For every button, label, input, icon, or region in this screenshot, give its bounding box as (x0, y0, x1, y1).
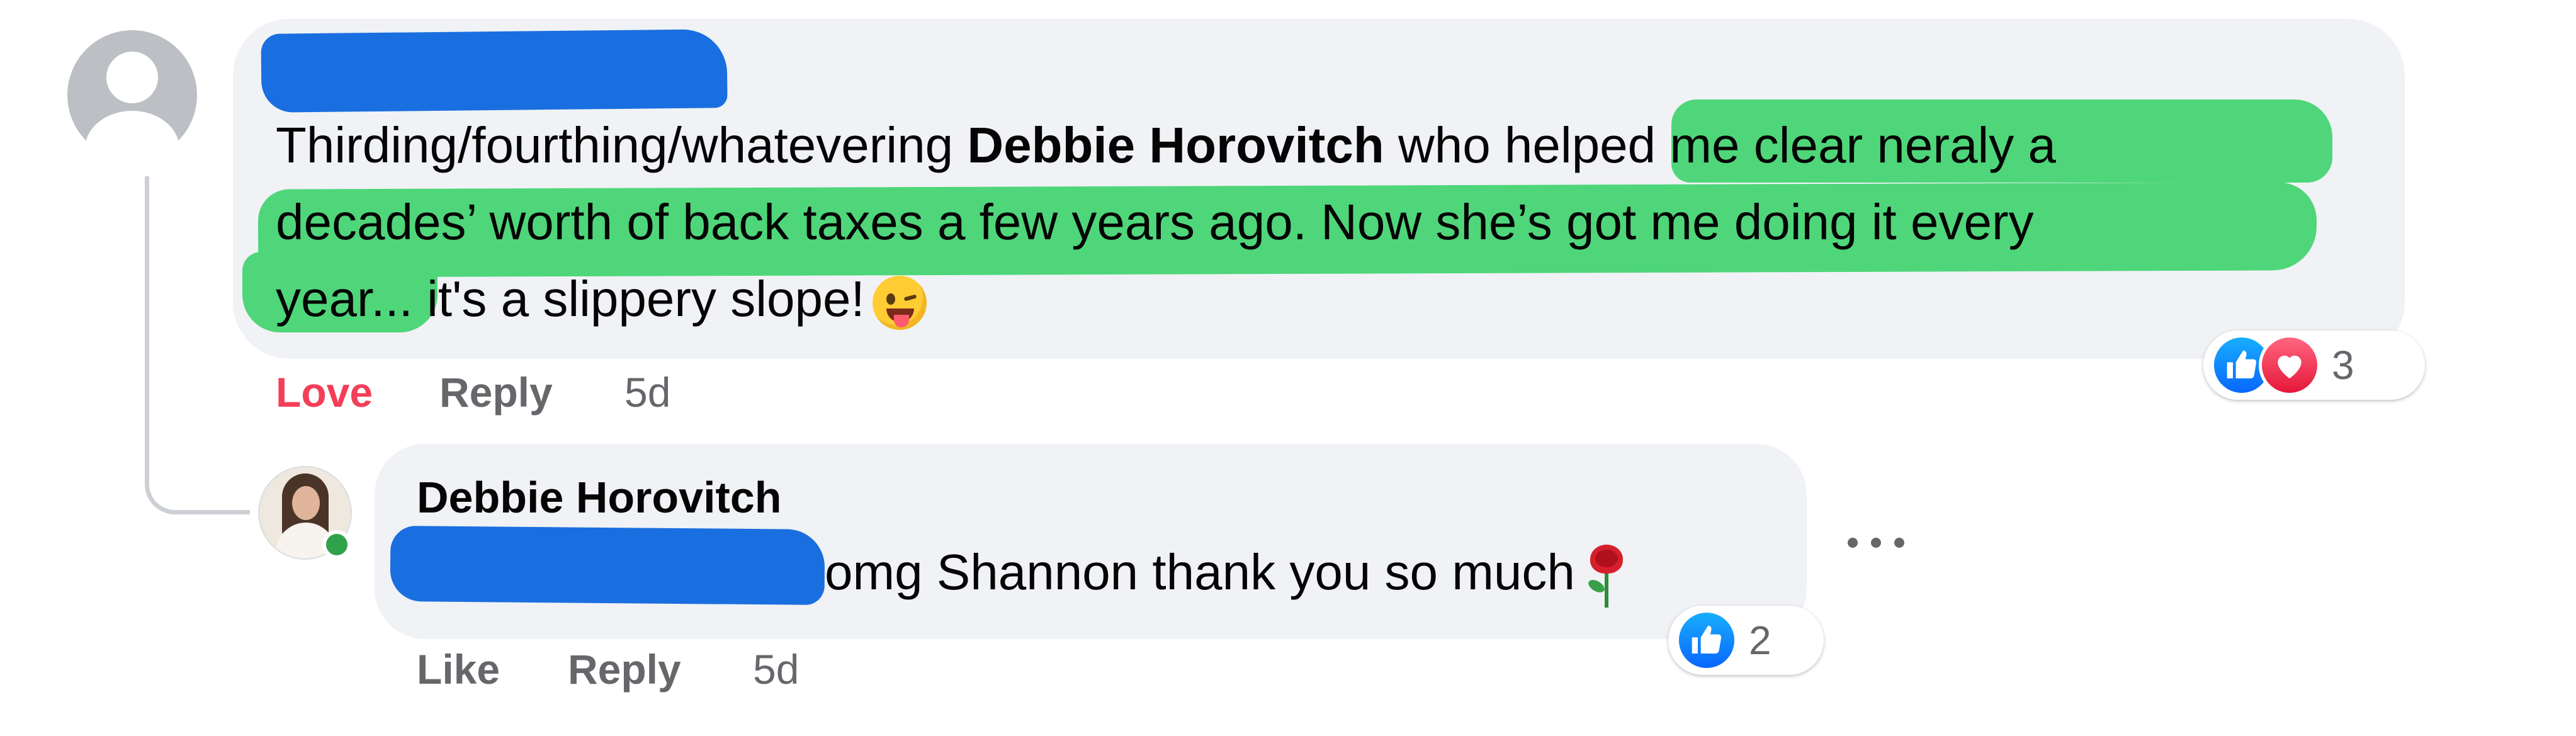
comment-text-line3: year... it's a slippery slope! (276, 271, 865, 327)
reaction-count: 3 (2332, 343, 2354, 388)
love-action-button[interactable]: Love (276, 368, 373, 416)
avatar-head-shape (106, 52, 158, 103)
reply-reactions-summary[interactable]: 2 (1668, 606, 1824, 675)
mention-link[interactable]: Debbie Horovitch (967, 117, 1384, 173)
comment-reactions-summary[interactable]: 3 (2203, 331, 2425, 400)
online-status-indicator (322, 530, 351, 559)
love-reaction-icon (2259, 334, 2320, 396)
reply-button[interactable]: Reply (439, 368, 553, 416)
like-button[interactable]: Like (417, 645, 500, 693)
reply-author-name[interactable]: Debbie Horovitch (417, 472, 782, 523)
rose-icon (1584, 544, 1629, 608)
like-reaction-icon (1676, 609, 1737, 671)
more-options-icon[interactable] (1848, 530, 1904, 555)
comment-text-intro: Thirding/fourthing/whatevering (276, 117, 968, 173)
commenter-avatar[interactable] (67, 30, 197, 160)
reply-text-line: omg Shannon thank you so much (825, 534, 1629, 611)
reaction-count: 2 (1749, 618, 1771, 663)
comment-text-line1-rest: who helped me clear neraly a (1384, 117, 2056, 173)
comment-line-2: decades’ worth of back taxes a few years… (276, 194, 2034, 250)
winking-face-with-tongue-icon (872, 275, 927, 330)
reply-text: omg Shannon thank you so much (825, 544, 1575, 600)
comment-line-1: Thirding/fourthing/whatevering Debbie Ho… (276, 107, 2056, 184)
avatar-shoulders-shape (85, 111, 179, 160)
comment-line-3: year... it's a slippery slope! (276, 261, 927, 337)
reply-timestamp[interactable]: 5d (753, 645, 799, 693)
redacted-mention (390, 525, 825, 606)
comment-timestamp[interactable]: 5d (624, 368, 670, 416)
reply-button[interactable]: Reply (568, 645, 681, 693)
avatar-face-shape (292, 486, 320, 520)
redacted-commenter-name (261, 29, 728, 113)
